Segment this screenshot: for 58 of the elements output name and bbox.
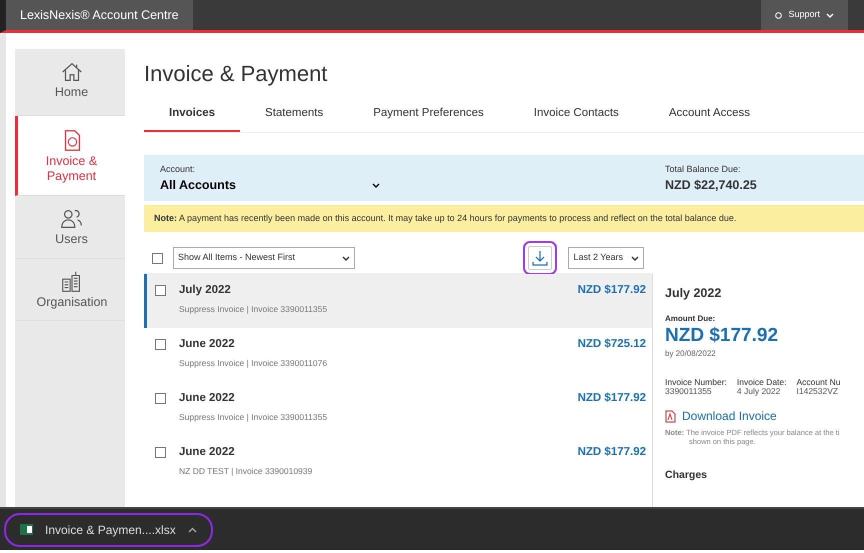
chevron-up-icon <box>188 526 197 532</box>
due-date: by 20/08/2022 <box>665 348 717 360</box>
charges-heading: Charges <box>665 468 708 483</box>
caret-icon <box>631 256 639 261</box>
tab[interactable]: Invoices <box>144 101 240 132</box>
invoice-amount: NZD $725.12 <box>578 337 646 352</box>
sort-dropdown[interactable]: Show All Items - Newest First <box>173 247 355 269</box>
tab[interactable]: Account Access <box>644 101 775 132</box>
tab[interactable]: Statements <box>240 101 348 132</box>
invoice-detail: NZ DD TEST | Invoice 3390010939 <box>179 465 312 478</box>
caret-icon <box>826 12 834 18</box>
invoice-row[interactable]: June 2022 Suppress Invoice | Invoice 3390011355 NZD $177.92 <box>144 382 652 436</box>
caret-icon <box>342 256 350 261</box>
download-invoice-link[interactable]: Download Invoice <box>665 407 777 426</box>
pdf-icon <box>665 410 676 423</box>
app-title: LexisNexis® Account Centre <box>6 0 193 30</box>
download-item[interactable]: Invoice & Paymen....xlsx <box>6 514 211 544</box>
invoice-row[interactable]: July 2022 Suppress Invoice | Invoice 3390011355 NZD $177.92 <box>144 274 652 328</box>
invoice-month: June 2022 <box>179 337 236 352</box>
invoice-detail: Suppress Invoice | Invoice 3390011355 <box>179 303 328 316</box>
invoice-month: July 2022 <box>179 283 232 298</box>
amount-due: NZD $177.92 <box>665 324 780 348</box>
field-value: 3390011355 <box>665 387 713 398</box>
tab[interactable]: Payment Preferences <box>348 101 509 132</box>
field-value: 4 July 2022 <box>736 387 782 398</box>
period-dropdown[interactable]: Last 2 Years <box>568 247 644 269</box>
row-checkbox[interactable] <box>155 393 166 404</box>
row-checkbox[interactable] <box>155 447 166 458</box>
sidebar-item[interactable]: Invoice & Payment <box>15 116 125 196</box>
amount-due-label: Amount Due: <box>665 312 716 325</box>
invoice-detail: Suppress Invoice | Invoice 3390011355 <box>179 411 328 424</box>
caret-icon <box>372 183 380 188</box>
select-all-checkbox[interactable] <box>152 252 163 264</box>
payment-note: Note: A payment has recently been made on this account. It may take up to 24 hours for payments to process and reflect on the total balance due. <box>144 204 864 232</box>
total-balance: NZD $22,740.25 <box>665 177 757 194</box>
invoice-row[interactable]: June 2022 NZ DD TEST | Invoice 3390010939 NZD $177.92 <box>144 436 652 490</box>
field-label: Account Nu <box>796 378 840 388</box>
tab[interactable]: Invoice Contacts <box>508 101 644 132</box>
invoice-amount: NZD $177.92 <box>578 445 646 460</box>
invoice-amount: NZD $177.92 <box>578 391 646 406</box>
support-menu[interactable]: Support <box>761 0 848 30</box>
invoice-row[interactable]: June 2022 Suppress Invoice | Invoice 3390011076 NZD $725.12 <box>144 328 652 382</box>
spreadsheet-icon <box>20 523 33 536</box>
invoice-month: June 2022 <box>179 391 236 406</box>
invoice-detail: Suppress Invoice | Invoice 3390011076 <box>179 357 328 370</box>
field-label: Invoice Number: <box>665 378 727 388</box>
account-dropdown[interactable]: All Accounts <box>160 176 380 195</box>
row-checkbox[interactable] <box>155 285 166 296</box>
balance-label: Total Balance Due: <box>665 162 742 176</box>
page-title: Invoice & Payment <box>144 61 328 88</box>
account-label: Account: <box>160 162 196 176</box>
invoice-month: June 2022 <box>179 445 236 460</box>
invoice-amount: NZD $177.92 <box>578 283 646 298</box>
field-label: Invoice Date: <box>736 378 787 388</box>
detail-title: July 2022 <box>665 285 722 302</box>
field-value: I142532VZ <box>796 387 840 398</box>
row-checkbox[interactable] <box>155 339 166 350</box>
help-icon <box>775 12 782 18</box>
